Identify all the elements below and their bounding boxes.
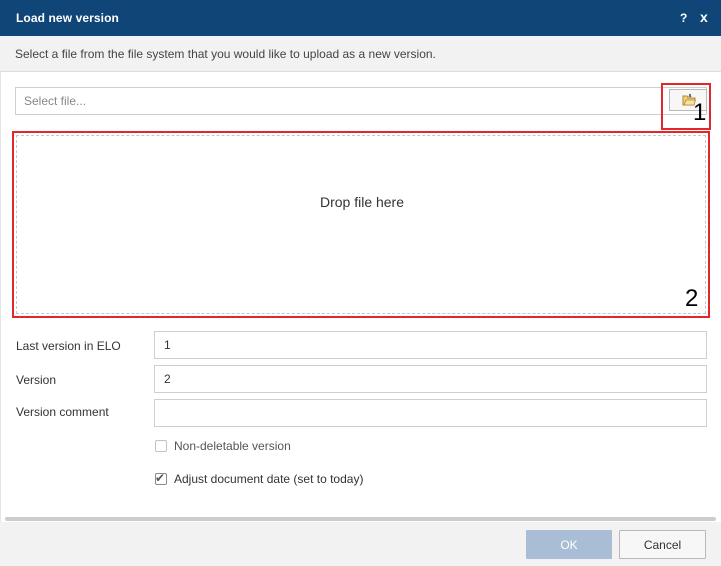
version-comment-field[interactable]	[154, 399, 707, 427]
ok-button[interactable]: OK	[526, 530, 612, 559]
version-field[interactable]	[154, 365, 707, 393]
version-label: Version	[16, 373, 57, 387]
last-version-label: Last version in ELO	[16, 339, 121, 353]
annotation-number-1: 1	[693, 99, 707, 126]
adjust-date-label: Adjust document date (set to today)	[174, 472, 364, 486]
dialog-left-border	[0, 36, 1, 522]
instruction-text: Select a file from the file system that …	[15, 47, 436, 61]
dialog-footer: OK Cancel	[0, 522, 721, 566]
help-button[interactable]: ?	[680, 11, 687, 25]
file-drop-zone[interactable]: Drop file here	[16, 135, 706, 314]
adjust-date-checkbox[interactable]: ✔	[155, 471, 167, 485]
annotation-number-2: 2	[685, 285, 699, 312]
last-version-field[interactable]	[154, 331, 707, 359]
non-deletable-checkbox[interactable]	[155, 440, 167, 452]
file-path-input[interactable]	[15, 87, 707, 115]
version-comment-label: Version comment	[16, 405, 109, 419]
dialog-titlebar: Load new version ? x	[0, 0, 721, 36]
instruction-band: Select a file from the file system that …	[0, 36, 721, 72]
close-button[interactable]: x	[700, 9, 708, 25]
checkmark-icon: ✔	[155, 471, 166, 485]
dialog-title: Load new version	[16, 11, 119, 25]
cancel-button[interactable]: Cancel	[619, 530, 706, 559]
drop-zone-label: Drop file here	[319, 194, 405, 210]
footer-separator	[5, 517, 716, 521]
non-deletable-label: Non-deletable version	[174, 439, 291, 453]
